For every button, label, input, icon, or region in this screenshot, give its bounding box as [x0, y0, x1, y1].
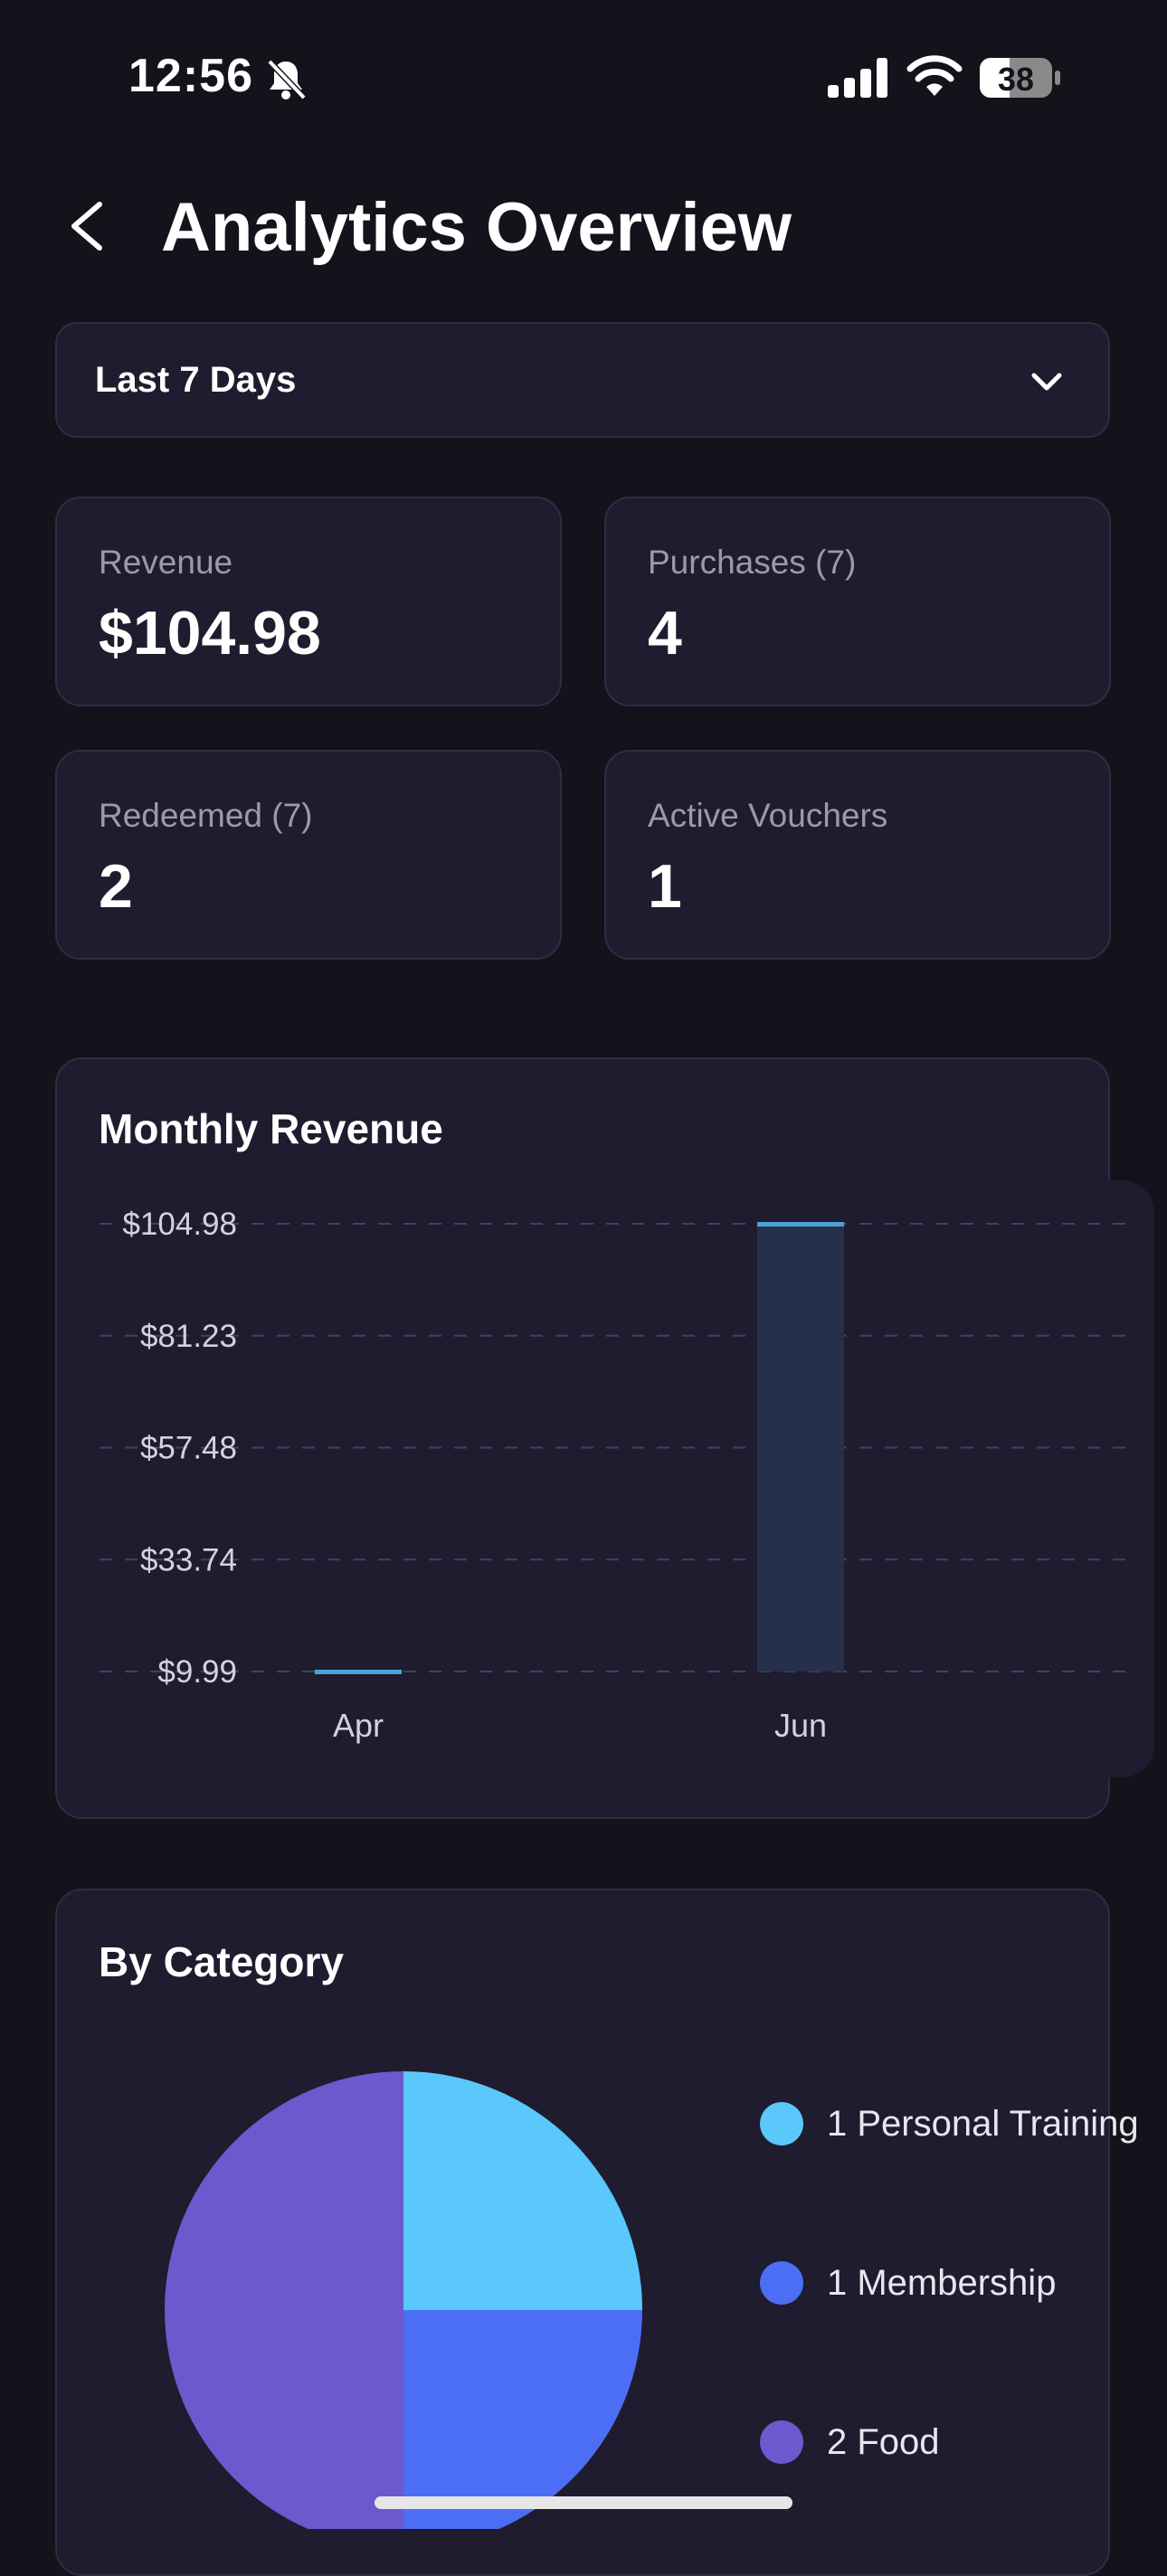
stat-value: $104.98 — [99, 599, 321, 668]
legend-swatch — [760, 2420, 803, 2464]
page-title: Analytics Overview — [161, 189, 792, 266]
battery-level: 38 — [997, 61, 1035, 98]
battery-icon: 38 — [979, 57, 1062, 99]
stat-value: 2 — [99, 852, 133, 921]
revenue-card: Revenue $104.98 — [55, 497, 562, 706]
by-category-title: By Category — [99, 1938, 344, 1985]
bell-slash-icon — [267, 59, 307, 100]
purchases-card: Purchases (7) 4 — [604, 497, 1111, 706]
stat-label: Revenue — [99, 544, 233, 581]
stat-label: Redeemed (7) — [99, 797, 313, 834]
stat-value: 4 — [648, 599, 682, 668]
date-range-value: Last 7 Days — [95, 360, 297, 400]
active-vouchers-card: Active Vouchers 1 — [604, 750, 1111, 960]
stat-label: Purchases (7) — [648, 544, 857, 581]
chart-scroll-area[interactable] — [977, 1180, 1154, 1777]
monthly-revenue-title: Monthly Revenue — [99, 1105, 443, 1152]
legend-label: 1 Membership — [827, 2263, 1057, 2303]
legend-swatch — [760, 2102, 803, 2145]
back-chevron-icon[interactable] — [63, 199, 114, 253]
status-time: 12:56 — [128, 50, 253, 102]
home-indicator — [375, 2496, 792, 2509]
legend-label: 1 Personal Training — [827, 2104, 1139, 2144]
legend-label: 2 Food — [827, 2422, 940, 2462]
date-range-select[interactable]: Last 7 Days — [55, 322, 1110, 438]
chevron-down-icon — [1031, 373, 1062, 391]
signal-icon — [828, 58, 887, 98]
stat-label: Active Vouchers — [648, 797, 888, 834]
stat-value: 1 — [648, 852, 682, 921]
status-bar: 12:56 38 — [0, 0, 1167, 154]
by-category-panel: By Category — [55, 1889, 1110, 2576]
redeemed-card: Redeemed (7) 2 — [55, 750, 562, 960]
monthly-revenue-panel: Monthly Revenue — [55, 1057, 1110, 1819]
legend-swatch — [760, 2261, 803, 2305]
header: Analytics Overview — [0, 172, 1167, 280]
wifi-icon — [906, 55, 963, 96]
